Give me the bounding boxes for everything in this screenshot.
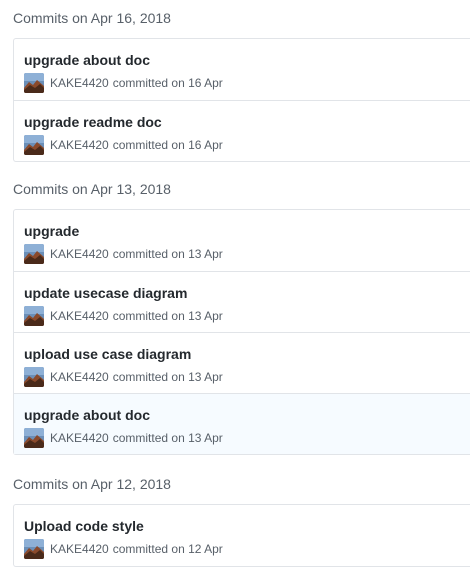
avatar[interactable] (24, 73, 44, 93)
commit-author[interactable]: KAKE4420 (50, 247, 109, 261)
commit-date: committed on 16 Apr (112, 76, 223, 90)
avatar[interactable] (24, 539, 44, 559)
avatar[interactable] (24, 135, 44, 155)
commit-row: upgrade about doc KAKE4420 committed on … (14, 39, 470, 100)
commit-title[interactable]: upgrade readme doc (24, 113, 162, 131)
commit-meta: KAKE4420 committed on 13 Apr (24, 428, 223, 448)
commit-row: upgrade readme doc KAKE4420 committed on… (14, 100, 470, 161)
commit-author[interactable]: KAKE4420 (50, 542, 109, 556)
commit-meta: KAKE4420 committed on 13 Apr (24, 367, 223, 387)
commit-date: committed on 13 Apr (112, 370, 223, 384)
commit-title[interactable]: update usecase diagram (24, 284, 187, 302)
commit-row: Upload code style KAKE4420 committed on … (14, 505, 470, 566)
commit-list: upgrade about doc KAKE4420 committed on … (13, 38, 470, 162)
commit-meta: KAKE4420 committed on 12 Apr (24, 539, 223, 559)
commit-author[interactable]: KAKE4420 (50, 309, 109, 323)
commit-author[interactable]: KAKE4420 (50, 370, 109, 384)
commit-row: upgrade KAKE4420 committed on 13 Apr (14, 210, 470, 271)
group-heading: Commits on Apr 13, 2018 (13, 181, 171, 197)
commit-author[interactable]: KAKE4420 (50, 76, 109, 90)
commit-title[interactable]: upgrade (24, 222, 79, 240)
commit-date: committed on 13 Apr (112, 309, 223, 323)
commit-title[interactable]: upgrade about doc (24, 406, 150, 424)
commit-author[interactable]: KAKE4420 (50, 431, 109, 445)
avatar[interactable] (24, 428, 44, 448)
commit-title[interactable]: upgrade about doc (24, 51, 150, 69)
avatar[interactable] (24, 367, 44, 387)
group-heading: Commits on Apr 12, 2018 (13, 476, 171, 492)
commit-date: committed on 12 Apr (112, 542, 223, 556)
commit-meta: KAKE4420 committed on 16 Apr (24, 73, 223, 93)
avatar[interactable] (24, 244, 44, 264)
group-heading: Commits on Apr 16, 2018 (13, 10, 171, 26)
avatar[interactable] (24, 306, 44, 326)
commit-title[interactable]: upload use case diagram (24, 345, 191, 363)
commit-row: upgrade about doc KAKE4420 committed on … (14, 393, 470, 454)
commit-list: upgrade KAKE4420 committed on 13 Apr upd… (13, 209, 470, 455)
commit-date: committed on 13 Apr (112, 247, 223, 261)
commit-row: upload use case diagram KAKE4420 committ… (14, 332, 470, 393)
commit-date: committed on 13 Apr (112, 431, 223, 445)
commit-date: committed on 16 Apr (112, 138, 223, 152)
commit-row: update usecase diagram KAKE4420 committe… (14, 271, 470, 332)
commit-author[interactable]: KAKE4420 (50, 138, 109, 152)
commit-meta: KAKE4420 committed on 16 Apr (24, 135, 223, 155)
commit-list: Upload code style KAKE4420 committed on … (13, 504, 470, 567)
commit-meta: KAKE4420 committed on 13 Apr (24, 306, 223, 326)
commit-meta: KAKE4420 committed on 13 Apr (24, 244, 223, 264)
commit-title[interactable]: Upload code style (24, 517, 144, 535)
